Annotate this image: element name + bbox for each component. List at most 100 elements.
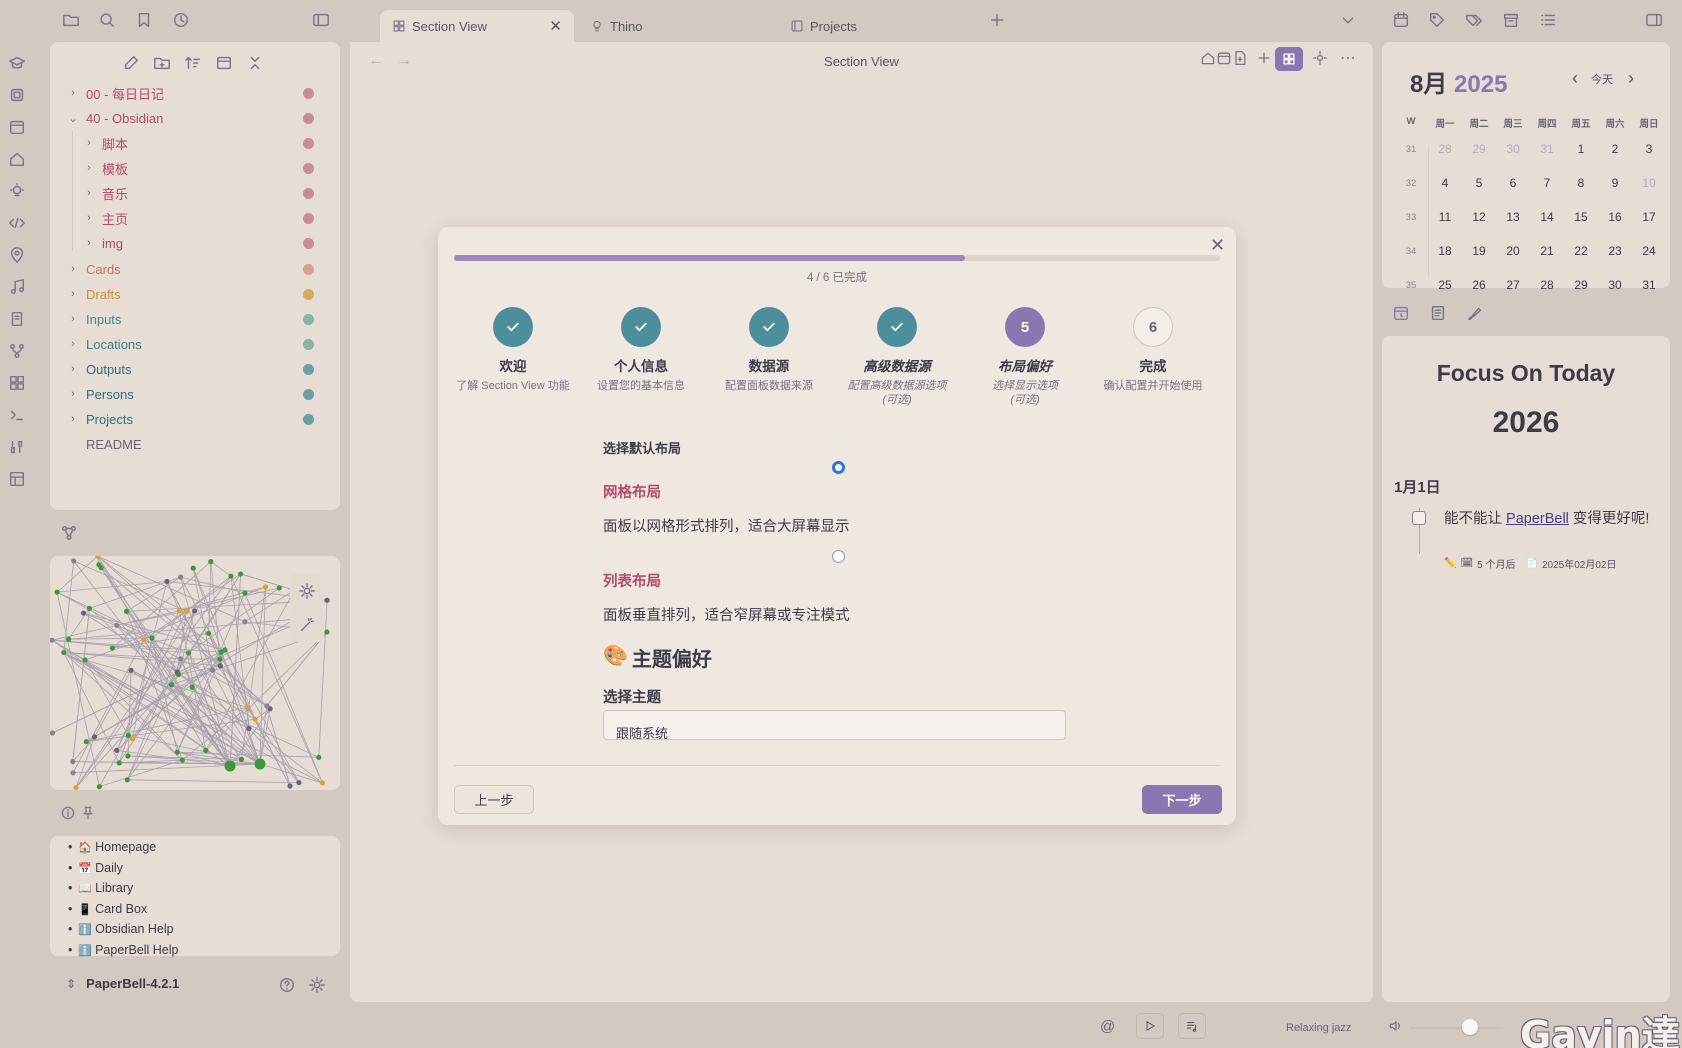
right-sidebar-toggle-icon[interactable] [1645, 11, 1663, 29]
bookmark-item[interactable]: • 📱 Card Box [68, 902, 147, 916]
radio-list-layout[interactable] [832, 550, 845, 563]
graph-node[interactable] [83, 739, 89, 745]
info-icon[interactable] [60, 805, 76, 821]
wizard-step[interactable]: 欢迎 了解 Section View 功能 [449, 307, 577, 393]
calendar-day[interactable]: 2 [1600, 142, 1630, 156]
at-icon[interactable]: @ [1100, 1018, 1115, 1035]
graph-node[interactable] [61, 649, 67, 656]
brush-icon[interactable] [1466, 304, 1484, 322]
calendar-day[interactable]: 12 [1464, 210, 1494, 224]
bookmark-item[interactable]: • 📅 Daily [68, 861, 123, 875]
tree-item[interactable]: › 模板 [50, 156, 340, 180]
help-icon[interactable] [278, 976, 296, 994]
graph-node[interactable] [179, 757, 185, 763]
graph-node[interactable] [189, 684, 195, 690]
tab-projects[interactable]: Projects [778, 10, 968, 42]
search-icon[interactable] [98, 11, 116, 29]
graph-node[interactable] [324, 629, 330, 635]
calendar-day[interactable]: 29 [1464, 142, 1494, 156]
graph-node[interactable] [238, 756, 245, 763]
graph-node[interactable] [164, 578, 170, 585]
graph-node[interactable] [209, 667, 216, 673]
close-icon[interactable]: ✕ [1210, 235, 1225, 256]
graph-node[interactable] [125, 732, 132, 738]
graph-view[interactable] [50, 556, 340, 790]
calendar-day[interactable]: 10 [1634, 176, 1664, 190]
graph-node[interactable] [174, 749, 180, 755]
vault-switcher[interactable]: ⇕ PaperBell-4.2.1 [66, 976, 179, 991]
new-folder-icon[interactable] [153, 54, 171, 72]
graph-node[interactable] [91, 734, 98, 740]
graph-node[interactable] [174, 669, 180, 675]
calendar-day[interactable]: 28 [1532, 278, 1562, 292]
graph-node[interactable] [316, 754, 322, 760]
graph-node[interactable] [190, 565, 196, 571]
calendar-clock-icon[interactable] [1392, 304, 1410, 322]
calendar-day[interactable]: 9 [1600, 176, 1630, 190]
music-icon[interactable] [8, 278, 26, 296]
collapse-panel-icon[interactable] [215, 54, 233, 72]
calendar-day[interactable]: 7 [1532, 176, 1562, 190]
volume-slider[interactable] [1410, 1027, 1500, 1029]
calendar-day[interactable]: 8 [1566, 176, 1596, 190]
calendar-day[interactable]: 27 [1498, 278, 1528, 292]
week-number[interactable]: 34 [1396, 246, 1426, 257]
graph-node[interactable] [82, 657, 88, 663]
tree-item[interactable]: › Cards [50, 257, 340, 281]
graph-node[interactable] [128, 667, 134, 673]
list-icon[interactable] [1539, 11, 1557, 29]
bookmark-item[interactable]: • 🏠 Homepage [68, 840, 156, 854]
calendar-day[interactable]: 28 [1430, 142, 1460, 156]
terminal-icon[interactable] [8, 406, 26, 424]
calendar-day[interactable]: 3 [1634, 142, 1664, 156]
graph-settings-icon[interactable] [290, 574, 324, 608]
calendar-day[interactable]: 6 [1498, 176, 1528, 190]
tree-item[interactable]: › Persons [50, 382, 340, 406]
graph-node[interactable] [123, 608, 130, 614]
volume-knob[interactable] [1462, 1019, 1478, 1035]
graph-node[interactable] [264, 703, 270, 709]
bookmark-icon[interactable] [135, 11, 153, 29]
calendar-day[interactable]: 11 [1430, 210, 1460, 224]
magic-wand-icon[interactable] [290, 608, 324, 642]
tree-item[interactable]: › img [50, 231, 340, 255]
graph-node[interactable] [65, 636, 72, 642]
tree-item[interactable]: ⌄ 40 - Obsidian [50, 106, 340, 130]
graph-node[interactable] [206, 630, 212, 636]
clock-icon[interactable] [172, 11, 190, 29]
previous-button[interactable]: 上一步 [454, 785, 534, 814]
tree-item[interactable]: › Outputs [50, 357, 340, 381]
graph-node[interactable] [125, 753, 131, 759]
graph-node[interactable] [176, 607, 182, 614]
tree-item[interactable]: › Inputs [50, 307, 340, 331]
wizard-step[interactable]: 6 完成 确认配置并开始使用 [1089, 307, 1217, 393]
graph-node[interactable] [191, 608, 198, 614]
calendar-day[interactable]: 17 [1634, 210, 1664, 224]
graph-node[interactable] [114, 622, 120, 628]
graph-node[interactable] [109, 645, 115, 651]
graph-node[interactable] [178, 656, 184, 662]
wizard-step[interactable]: 个人信息 设置您的基本信息 [577, 307, 705, 393]
map-pin-icon[interactable] [8, 246, 26, 264]
wizard-step[interactable]: 数据源 配置面板数据来源 [705, 307, 833, 393]
tree-item[interactable]: › 00 - 每日日记 [50, 81, 340, 105]
table-icon[interactable] [8, 470, 26, 488]
radio-grid-layout[interactable] [832, 461, 845, 474]
graph-node[interactable] [324, 597, 330, 603]
task-checkbox[interactable] [1412, 511, 1426, 525]
week-number[interactable]: 33 [1396, 212, 1426, 223]
more-icon[interactable]: ⋯ [1340, 48, 1356, 68]
sort-icon[interactable] [184, 54, 202, 72]
graph-node[interactable] [296, 779, 302, 786]
calendar-day[interactable]: 14 [1532, 210, 1562, 224]
calendar-day[interactable]: 5 [1464, 176, 1494, 190]
calendar-day[interactable]: 24 [1634, 244, 1664, 258]
graph-node[interactable] [287, 783, 293, 789]
graph-node[interactable] [116, 760, 122, 766]
graph-node[interactable] [319, 780, 325, 786]
volume-icon[interactable] [1388, 1018, 1404, 1034]
tree-item[interactable]: › Drafts [50, 282, 340, 306]
graph-node[interactable] [228, 573, 234, 579]
graduation-icon[interactable] [8, 54, 26, 72]
calendar-day[interactable]: 13 [1498, 210, 1528, 224]
